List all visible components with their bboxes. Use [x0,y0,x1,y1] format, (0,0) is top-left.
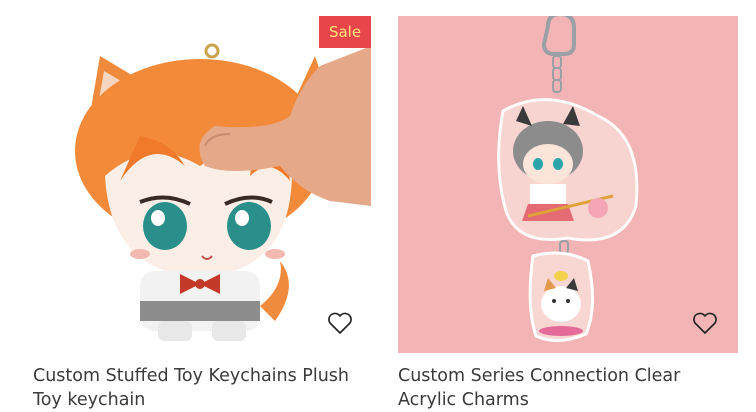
acrylic-charms-image [497,16,639,342]
product-image-plush-keychain[interactable] [0,16,371,353]
wishlist-heart-icon[interactable] [327,311,353,335]
plush-keychain-image [75,43,371,341]
sale-badge: Sale [319,16,371,48]
product-image-acrylic-charms[interactable] [398,16,738,353]
wishlist-heart-icon[interactable] [692,311,718,335]
product-title[interactable]: Custom Stuffed Toy Keychains Plush Toy k… [33,364,368,412]
product-title[interactable]: Custom Series Connection Clear Acrylic C… [398,364,738,412]
